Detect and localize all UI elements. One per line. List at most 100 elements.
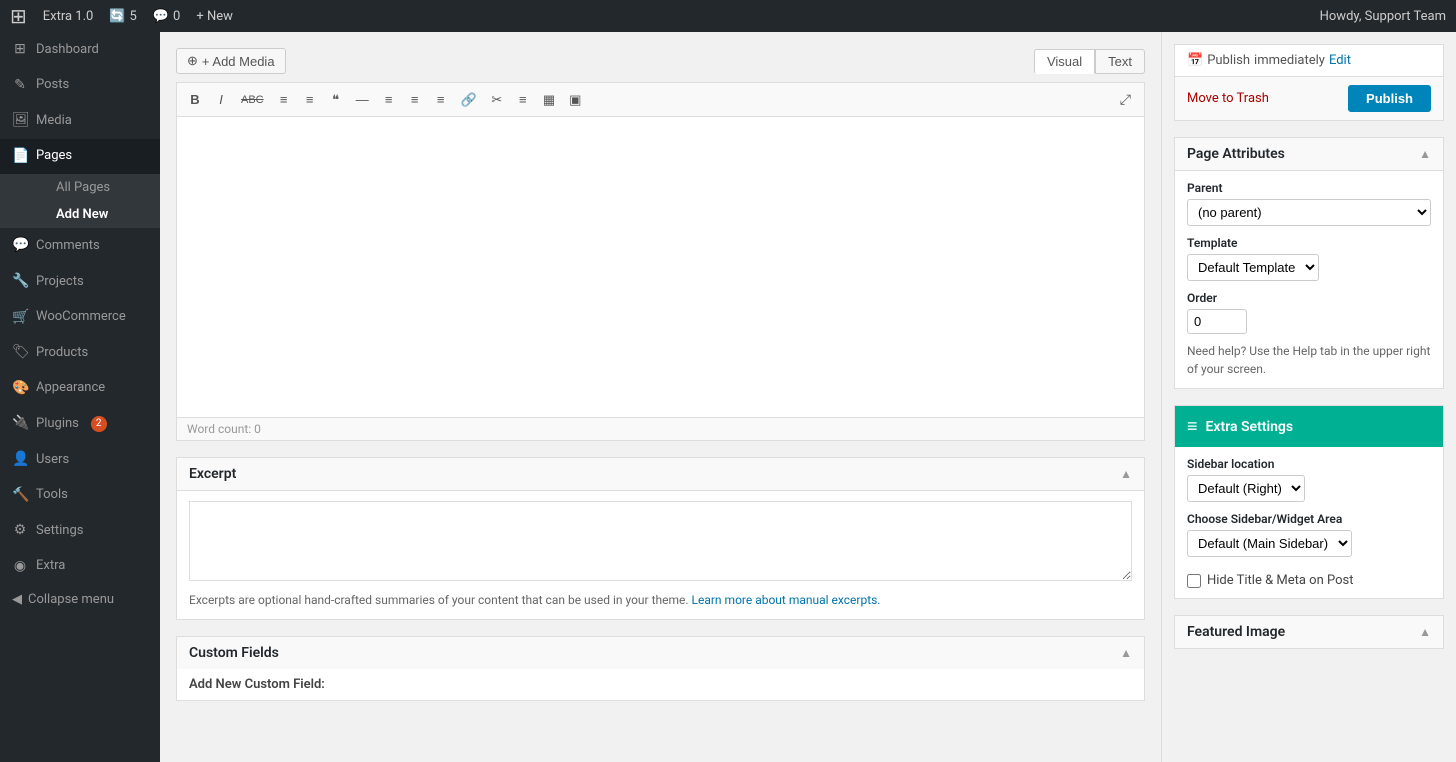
excerpt-title: Excerpt xyxy=(189,466,236,482)
admin-bar-site[interactable]: Extra 1.0 xyxy=(43,9,94,24)
strikethrough-button[interactable]: ABC xyxy=(235,90,270,110)
sidebar-item-plugins[interactable]: 🔌 Plugins 2 xyxy=(0,406,160,442)
sidebar-item-projects[interactable]: 🔧 Projects xyxy=(0,264,160,300)
excerpt-help: Excerpts are optional hand-crafted summa… xyxy=(189,591,1132,609)
sidebar-item-appearance[interactable]: 🎨 Appearance xyxy=(0,371,160,407)
admin-bar-updates[interactable]: 🔄 5 xyxy=(109,9,137,24)
link-button[interactable]: 🔗 xyxy=(455,88,483,112)
page-attributes-header[interactable]: Page Attributes ▲ xyxy=(1175,138,1443,171)
schedule-edit-link[interactable]: Edit xyxy=(1329,53,1351,68)
text-tab[interactable]: Text xyxy=(1095,49,1145,74)
sidebar-label-dashboard: Dashboard xyxy=(36,41,99,59)
publish-box: 📅 Publish immediately Edit Move to Trash… xyxy=(1174,44,1444,121)
editor-content[interactable] xyxy=(177,117,1144,417)
excerpt-header[interactable]: Excerpt ▲ xyxy=(177,458,1144,491)
custom-fields-header[interactable]: Custom Fields ▲ xyxy=(177,637,1144,669)
sidebar-item-products[interactable]: 🏷 Products xyxy=(0,335,160,371)
users-icon: 👤 xyxy=(12,450,28,470)
sidebar-item-settings[interactable]: ⚙ Settings xyxy=(0,513,160,549)
hide-title-label: Hide Title & Meta on Post xyxy=(1207,573,1354,588)
visual-tab[interactable]: Visual xyxy=(1034,49,1095,74)
comments-icon: 💬 xyxy=(153,9,169,24)
sidebar-item-tools[interactable]: 🔨 Tools xyxy=(0,478,160,514)
updates-count: 5 xyxy=(130,9,137,24)
sidebar-item-dashboard[interactable]: ⊞ Dashboard xyxy=(0,32,160,68)
sidebar-item-pages[interactable]: 📄 Pages xyxy=(0,139,160,175)
media-icon: 🖼 xyxy=(12,111,28,131)
horizontal-rule-button[interactable]: — xyxy=(350,88,375,111)
collapse-menu-btn[interactable]: ◀ Collapse menu xyxy=(0,584,160,615)
sidebar-sub-all-pages[interactable]: All Pages xyxy=(28,174,160,201)
extra-settings-header: ≡ Extra Settings xyxy=(1175,406,1443,447)
extra-icon: ◉ xyxy=(12,557,28,577)
pages-submenu: All Pages Add New xyxy=(0,174,160,228)
align-left-button[interactable]: ≡ xyxy=(377,88,401,111)
custom-fields-box: Custom Fields ▲ Add New Custom Field: xyxy=(176,636,1145,701)
extra-settings-body: Sidebar location Default (Right) Choose … xyxy=(1175,447,1443,598)
featured-image-header[interactable]: Featured Image ▲ xyxy=(1175,616,1443,648)
unordered-list-button[interactable]: ≡ xyxy=(272,88,296,111)
ordered-list-button[interactable]: ≡ xyxy=(298,88,322,111)
schedule-modifier: immediately xyxy=(1254,53,1325,68)
template-select[interactable]: Default Template xyxy=(1187,254,1319,281)
sidebar-item-users[interactable]: 👤 Users xyxy=(0,442,160,478)
excerpt-body: Excerpts are optional hand-crafted summa… xyxy=(177,491,1144,619)
user-greeting: Howdy, Support Team xyxy=(1320,9,1446,24)
sidebar-label-comments: Comments xyxy=(36,237,100,255)
sidebar-item-extra[interactable]: ◉ Extra xyxy=(0,549,160,585)
wp-logo-icon[interactable]: ⊞ xyxy=(10,4,27,28)
sidebar-label-extra: Extra xyxy=(36,557,65,575)
table-button[interactable]: ▦ xyxy=(537,88,561,112)
sidebar-label-posts: Posts xyxy=(36,76,69,94)
order-input[interactable] xyxy=(1187,309,1247,334)
excerpt-textarea[interactable] xyxy=(189,501,1132,581)
right-sidebar-inner: 📅 Publish immediately Edit Move to Trash… xyxy=(1162,32,1456,661)
move-to-trash-link[interactable]: Move to Trash xyxy=(1187,91,1269,106)
comments-nav-icon: 💬 xyxy=(12,236,28,256)
admin-bar-new[interactable]: + New xyxy=(196,9,233,24)
sidebar-location-label: Sidebar location xyxy=(1187,457,1431,471)
align-center-button[interactable]: ≡ xyxy=(403,88,427,111)
italic-button[interactable]: I xyxy=(209,88,233,111)
word-count: Word count: 0 xyxy=(177,417,1144,440)
insert-more-button[interactable]: ≡ xyxy=(511,88,535,111)
sidebar-label-users: Users xyxy=(36,451,69,469)
hide-title-checkbox[interactable] xyxy=(1187,574,1201,588)
editor-box: B I ABC ≡ ≡ ❝ — ≡ ≡ ≡ 🔗 ✂ ≡ ▦ ▣ ⤢ Word c… xyxy=(176,82,1145,441)
unlink-button[interactable]: ✂ xyxy=(485,88,509,112)
sidebar-sub-add-new[interactable]: Add New xyxy=(28,201,160,228)
updates-icon: 🔄 xyxy=(109,9,125,24)
custom-fields-collapse-icon: ▲ xyxy=(1120,646,1132,660)
publish-actions: Move to Trash Publish xyxy=(1175,76,1443,120)
sidebar-label-pages: Pages xyxy=(36,147,72,165)
main-content: ⊕ + Add Media Visual Text B I ABC ≡ ≡ ❝ … xyxy=(160,32,1456,762)
template-label: Template xyxy=(1187,236,1431,250)
sidebar-item-comments[interactable]: 💬 Comments xyxy=(0,228,160,264)
sidebar-item-posts[interactable]: ✎ Posts xyxy=(0,68,160,104)
editor-area: ⊕ + Add Media Visual Text B I ABC ≡ ≡ ❝ … xyxy=(160,32,1161,762)
sidebar-label-appearance: Appearance xyxy=(36,379,105,397)
new-label: + New xyxy=(196,9,233,24)
choose-sidebar-select[interactable]: Default (Main Sidebar) xyxy=(1187,530,1352,557)
bold-button[interactable]: B xyxy=(183,88,207,111)
excerpt-learn-more-link[interactable]: Learn more about manual excerpts. xyxy=(692,593,881,607)
blockquote-button[interactable]: ❝ xyxy=(324,88,348,112)
sidebar-location-select[interactable]: Default (Right) xyxy=(1187,475,1305,502)
publish-button[interactable]: Publish xyxy=(1348,85,1431,112)
expand-toolbar-button[interactable]: ⤢ xyxy=(1113,87,1138,112)
parent-select[interactable]: (no parent) xyxy=(1187,199,1431,226)
align-right-button[interactable]: ≡ xyxy=(429,88,453,111)
admin-bar-comments[interactable]: 💬 0 xyxy=(153,9,181,24)
excerpt-box: Excerpt ▲ Excerpts are optional hand-cra… xyxy=(176,457,1145,620)
extra-settings-box: ≡ Extra Settings Sidebar location Defaul… xyxy=(1174,405,1444,599)
sidebar-label-tools: Tools xyxy=(36,486,68,504)
sidebar-item-woocommerce[interactable]: 🛒 WooCommerce xyxy=(0,300,160,336)
publish-schedule-row: 📅 Publish immediately Edit xyxy=(1175,45,1443,76)
add-media-button[interactable]: ⊕ + Add Media xyxy=(176,48,286,74)
fullscreen-button[interactable]: ▣ xyxy=(563,88,587,112)
collapse-label: Collapse menu xyxy=(28,592,114,607)
extra-settings-icon: ≡ xyxy=(1187,416,1198,437)
excerpt-help-text: Excerpts are optional hand-crafted summa… xyxy=(189,593,689,607)
sidebar-item-media[interactable]: 🖼 Media xyxy=(0,103,160,139)
sidebar-label-settings: Settings xyxy=(36,522,83,540)
